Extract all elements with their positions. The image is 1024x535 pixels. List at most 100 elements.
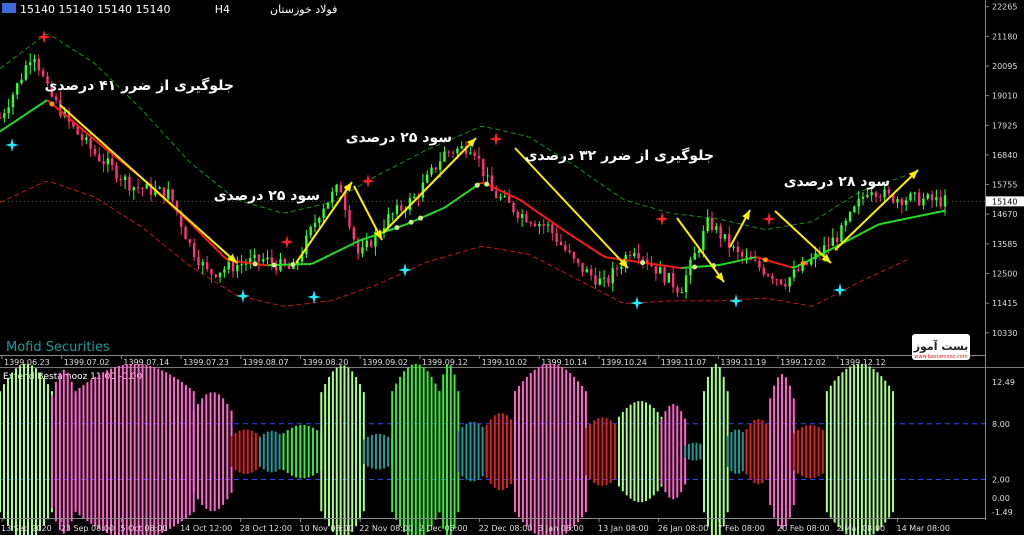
ma-line-segment	[661, 264, 666, 267]
ma-line-segment	[614, 257, 619, 261]
candle-body	[192, 243, 196, 258]
candle-body	[132, 187, 135, 191]
candle-body	[331, 191, 334, 203]
price-tick-label: 19010	[992, 92, 1017, 101]
ma-line-segment	[932, 211, 938, 215]
candle-body	[266, 257, 269, 260]
candle-body	[564, 244, 567, 251]
ma-line-segment	[720, 262, 725, 266]
candle-body	[641, 258, 645, 260]
candle-body	[227, 261, 230, 270]
candle-body	[943, 195, 947, 207]
candle-body	[76, 126, 79, 135]
oscillator-tick-label: 8.00	[992, 420, 1010, 429]
candle-body	[853, 206, 856, 213]
candle-body	[223, 269, 226, 273]
candle-body	[16, 83, 19, 95]
date-tick-label: 1399.09.02	[362, 358, 408, 367]
candle-body	[520, 214, 524, 218]
candle-body	[400, 205, 403, 211]
ma-line-segment	[755, 256, 761, 260]
date-tick-label: 7 Feb 08:00	[717, 524, 764, 533]
ma-line-segment	[645, 262, 650, 265]
ma-line-segment	[889, 220, 895, 224]
ma-line-segment	[369, 234, 375, 238]
candle-body	[784, 284, 787, 287]
ma-line-segment	[925, 212, 930, 216]
candle-body	[766, 274, 770, 276]
candle-body	[883, 189, 886, 198]
candle-body	[792, 269, 796, 278]
candle-body	[935, 197, 938, 201]
candle-body	[37, 58, 41, 71]
date-tick-label: 1399.12.02	[780, 358, 826, 367]
ma-line-segment	[929, 212, 934, 215]
candle-body	[633, 252, 636, 257]
ma-line-segment	[779, 262, 784, 267]
candle-body	[827, 245, 830, 247]
ma-line-segment	[732, 260, 737, 264]
ma-signal-dot	[474, 182, 480, 188]
candle-body	[322, 208, 325, 218]
candle-body	[0, 117, 2, 119]
ma-line-segment	[625, 259, 631, 262]
candle-body	[305, 235, 308, 255]
candle-body	[857, 198, 860, 207]
ma-line-segment	[240, 260, 245, 264]
ma-line-segment	[243, 261, 249, 264]
logo-name: بست آموز	[913, 339, 969, 353]
candle-body	[469, 152, 472, 154]
date-tick-label: 14 Mar 08:00	[897, 524, 950, 533]
ma-signal-dot	[252, 261, 258, 267]
candle-body	[136, 187, 140, 189]
date-tick-label: 1399.09.12	[422, 358, 468, 367]
price-tick-label: 14670	[992, 210, 1017, 219]
date-tick-label: 26 Jan 08:00	[658, 524, 709, 533]
header-timeframe: H4	[215, 3, 230, 16]
ma-line-segment	[775, 261, 780, 265]
ma-signal-dot	[408, 219, 414, 225]
annotation-stop-loss-41: جلوگیری از ضرر ۴۱ درصدی	[45, 77, 234, 94]
ma-line-segment	[401, 223, 406, 227]
ma-line-segment	[893, 219, 898, 223]
candle-body	[896, 199, 899, 203]
candle-body	[684, 275, 688, 293]
candle-body	[607, 277, 610, 284]
candle-body	[909, 193, 912, 201]
candle-body	[620, 266, 623, 270]
candle-body	[667, 273, 671, 283]
watermark-text: Mofid Securities	[6, 340, 110, 355]
annotation-profit-28: سود ۲۸ درصدی	[784, 174, 890, 190]
candle-body	[85, 137, 88, 141]
candle-body	[771, 275, 774, 280]
candle-body	[141, 187, 144, 189]
ma-line-segment	[917, 214, 922, 218]
candle-body	[831, 237, 835, 247]
ma-signal-dot	[271, 262, 277, 268]
candle-body	[460, 145, 463, 149]
date-tick-label: 1399.11.19	[720, 358, 766, 367]
candle-body	[538, 224, 541, 227]
ma-signal-dot	[800, 260, 806, 266]
date-tick-label: 14 Oct 12:00	[180, 524, 232, 533]
ma-line-segment	[389, 227, 395, 231]
candle-body	[20, 79, 23, 84]
candle-body	[628, 255, 632, 257]
date-tick-label: 23 Sep 08:00	[61, 524, 114, 533]
oscillator-tick-label: 12.49	[992, 378, 1015, 387]
candle-body	[253, 254, 256, 258]
logo-url: www.bestamooz.com	[914, 354, 967, 360]
candle-body	[184, 226, 187, 240]
date-tick-label: 1399.10.24	[601, 358, 647, 367]
candle-body	[240, 264, 243, 266]
price-tick-label: 15755	[992, 181, 1017, 190]
candle-body	[98, 154, 101, 161]
candle-body	[128, 176, 131, 191]
ma-line-segment	[751, 256, 757, 259]
candle-body	[326, 202, 330, 209]
date-tick-label: 3 Jan 08:00	[538, 524, 584, 533]
candle-body	[926, 194, 929, 199]
candle-body	[80, 134, 84, 141]
candle-body	[930, 194, 934, 201]
candle-body	[680, 292, 683, 294]
